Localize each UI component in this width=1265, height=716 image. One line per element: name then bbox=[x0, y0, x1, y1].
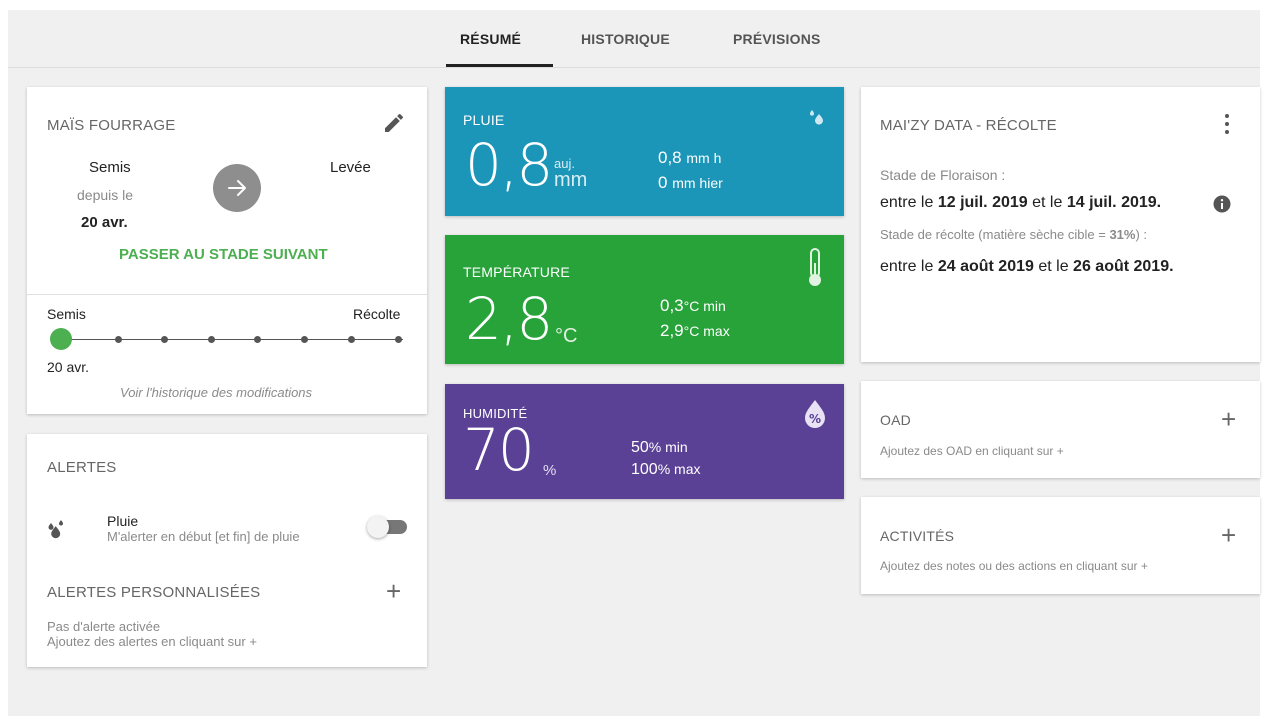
more-vert-icon[interactable] bbox=[1223, 113, 1231, 140]
rain-hour-unit: mm h bbox=[686, 150, 722, 166]
maizy-title: MAI'ZY DATA - RÉCOLTE bbox=[880, 117, 1057, 134]
timeline-dot bbox=[395, 336, 402, 343]
timeline-date: 20 avr. bbox=[47, 359, 90, 375]
oad-card: OAD + Ajoutez des OAD en cliquant sur + bbox=[861, 381, 1260, 478]
rain-alert-title: Pluie bbox=[107, 513, 139, 529]
custom-alerts-title: ALERTES PERSONNALISÉES bbox=[47, 584, 261, 601]
timeline-dot bbox=[208, 336, 215, 343]
since-date: 20 avr. bbox=[81, 214, 128, 231]
temperature-label: TEMPÉRATURE bbox=[463, 264, 570, 280]
timeline-end-label: Récolte bbox=[353, 306, 401, 322]
app-frame: RÉSUMÉ HISTORIQUE PRÉVISIONS MAÏS FOURRA… bbox=[8, 10, 1260, 716]
temperature-max-unit: °C max bbox=[683, 323, 730, 339]
rain-alert-desc: M'alerter en début [et fin] de pluie bbox=[107, 529, 300, 544]
temperature-max-value: 2,9 bbox=[660, 321, 684, 340]
svg-text:%: % bbox=[809, 412, 821, 426]
tab-bar: RÉSUMÉ HISTORIQUE PRÉVISIONS bbox=[8, 10, 1260, 68]
humidity-unit: % bbox=[543, 462, 557, 479]
oad-title: OAD bbox=[880, 412, 911, 428]
alerts-title: ALERTES bbox=[47, 459, 117, 476]
flowering-range: entre le 12 juil. 2019 et le 14 juil. 20… bbox=[880, 194, 1162, 211]
active-tab-indicator bbox=[446, 64, 553, 67]
humidity-value: 70 bbox=[463, 416, 535, 484]
divider bbox=[27, 294, 427, 295]
custom-alerts-none: Pas d'alerte activée bbox=[47, 619, 161, 634]
rain-card[interactable]: PLUIE 0,8 auj. mm 0,8 mm h 0 mm hier bbox=[445, 87, 844, 216]
harvest-label: Stade de récolte (matière sèche cible = … bbox=[880, 227, 1148, 242]
rain-value: 0,8 bbox=[465, 131, 553, 199]
activities-hint: Ajoutez des notes ou des actions en cliq… bbox=[880, 559, 1148, 573]
humidity-card[interactable]: HUMIDITÉ % 70 % 50% min 100% max bbox=[445, 384, 844, 499]
humidity-max-unit: % max bbox=[657, 461, 701, 477]
harvest-range: entre le 24 août 2019 et le 26 août 2019… bbox=[880, 258, 1174, 275]
timeline-dot bbox=[348, 336, 355, 343]
timeline-start-label: Semis bbox=[47, 306, 86, 322]
rain-alert-toggle[interactable] bbox=[367, 516, 407, 538]
activities-title: ACTIVITÉS bbox=[880, 528, 955, 544]
timeline-dot bbox=[254, 336, 261, 343]
temperature-card[interactable]: TEMPÉRATURE 2,8 °C 0,3°C min 2,9°C max bbox=[445, 235, 844, 364]
custom-alerts-hint: Ajoutez des alertes en cliquant sur + bbox=[47, 634, 257, 649]
timeline-current-dot bbox=[50, 328, 72, 350]
temperature-min-value: 0,3 bbox=[660, 296, 684, 315]
activities-card: ACTIVITÉS + Ajoutez des notes ou des act… bbox=[861, 497, 1260, 594]
add-alert-icon[interactable]: + bbox=[386, 578, 401, 604]
humidity-max-value: 100 bbox=[631, 461, 658, 478]
rain-hour-value: 0,8 bbox=[658, 148, 682, 167]
tab-previsions[interactable]: PRÉVISIONS bbox=[733, 31, 821, 47]
next-stage-button[interactable]: PASSER AU STADE SUIVANT bbox=[119, 246, 328, 263]
timeline-dot bbox=[161, 336, 168, 343]
crop-stage-card: MAÏS FOURRAGE Semis depuis le 20 avr. Le… bbox=[27, 87, 427, 414]
thermometer-icon bbox=[805, 247, 825, 294]
history-link[interactable]: Voir l'historique des modifications bbox=[120, 385, 312, 400]
since-label: depuis le bbox=[77, 187, 134, 203]
flowering-label: Stade de Floraison : bbox=[880, 167, 1006, 183]
timeline-dot bbox=[115, 336, 122, 343]
maizy-harvest-card: MAI'ZY DATA - RÉCOLTE Stade de Floraison… bbox=[861, 87, 1260, 362]
arrow-right-icon bbox=[213, 164, 261, 217]
rain-unit: mm bbox=[554, 169, 588, 191]
temperature-min-unit: °C min bbox=[683, 298, 726, 314]
rain-drops-icon bbox=[46, 518, 68, 545]
rain-yesterday-unit: mm hier bbox=[672, 175, 723, 191]
temperature-unit: °C bbox=[555, 325, 578, 347]
tab-resume[interactable]: RÉSUMÉ bbox=[460, 31, 521, 47]
alerts-card: ALERTES Pluie M'alerter en début [et fin… bbox=[27, 434, 427, 667]
oad-hint: Ajoutez des OAD en cliquant sur + bbox=[880, 444, 1064, 458]
edit-icon[interactable] bbox=[382, 111, 406, 140]
current-stage: Semis bbox=[89, 159, 131, 176]
info-icon[interactable] bbox=[1213, 195, 1231, 218]
rain-label: PLUIE bbox=[463, 112, 505, 128]
add-activity-icon[interactable]: + bbox=[1221, 522, 1236, 548]
tab-historique[interactable]: HISTORIQUE bbox=[581, 31, 670, 47]
humidity-min-value: 50 bbox=[631, 439, 649, 456]
crop-title: MAÏS FOURRAGE bbox=[47, 117, 176, 134]
water-drops-icon bbox=[807, 107, 827, 132]
temperature-value: 2,8 bbox=[465, 285, 553, 353]
rain-yesterday-value: 0 bbox=[658, 173, 668, 192]
add-oad-icon[interactable]: + bbox=[1221, 406, 1236, 432]
humidity-min-unit: % min bbox=[648, 439, 688, 455]
next-stage: Levée bbox=[330, 159, 371, 176]
humidity-drop-icon: % bbox=[802, 399, 828, 434]
timeline-dot bbox=[301, 336, 308, 343]
